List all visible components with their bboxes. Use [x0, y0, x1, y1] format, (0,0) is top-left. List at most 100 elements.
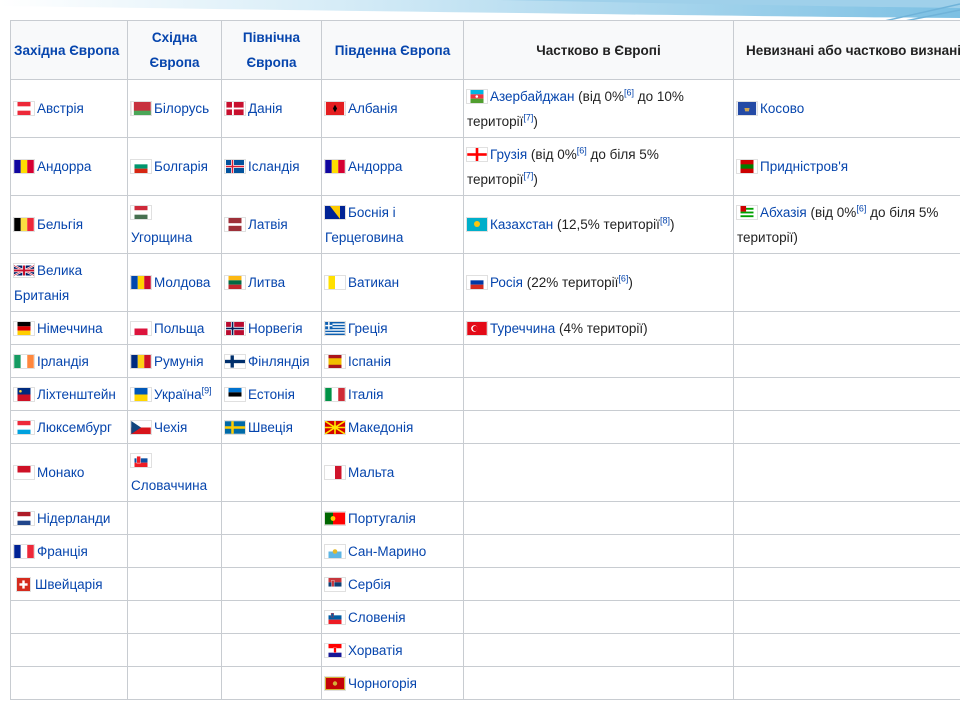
country-link[interactable]: Фінляндія	[248, 354, 310, 369]
country-link[interactable]: Ліхтенштейн	[37, 387, 116, 402]
unrecognized-cell: Абхазія (від 0%[6] до біля 5% території)	[733, 195, 960, 254]
country-link[interactable]: Угорщина	[131, 230, 192, 245]
country-cell: Велика Британія	[10, 253, 128, 312]
country-link[interactable]: Болгарія	[154, 159, 208, 174]
country-link[interactable]: Польща	[154, 321, 204, 336]
country-link[interactable]: Словаччина	[131, 478, 207, 493]
country-link[interactable]: Нідерланди	[37, 511, 110, 526]
country-link[interactable]: Франція	[37, 544, 88, 559]
country-link[interactable]: Росія	[490, 275, 523, 290]
country-link[interactable]: Румунія	[154, 354, 204, 369]
romania-flag-icon	[131, 354, 151, 368]
country-link[interactable]: Монако	[37, 465, 84, 480]
country-link[interactable]: Ісландія	[248, 159, 300, 174]
country-link[interactable]: Ірландія	[37, 354, 89, 369]
header-eastern-europe[interactable]: Східна Європа	[127, 20, 222, 80]
country-link[interactable]: Чехія	[154, 420, 187, 435]
partial-country-cell: Туреччина (4% території)	[463, 311, 734, 345]
header-western-europe[interactable]: Західна Європа	[10, 20, 128, 80]
slovakia-flag-icon	[131, 453, 151, 467]
country-link[interactable]: Швеція	[248, 420, 293, 435]
country-link[interactable]: Грузія	[490, 147, 527, 162]
table-row: Ірландія Румунія Фінляндія Іспанія	[10, 344, 960, 378]
country-link[interactable]: Білорусь	[154, 101, 209, 116]
table-row: Німеччина Польща Норвегія Греція Туреччи…	[10, 311, 960, 345]
reference-link[interactable]: [8]	[660, 216, 670, 226]
country-link[interactable]: Косово	[760, 101, 804, 116]
reference-link[interactable]: [7]	[523, 112, 533, 122]
malta-flag-icon	[325, 466, 345, 479]
country-cell: Сан-Марино	[321, 534, 464, 568]
czechia-flag-icon	[131, 420, 151, 434]
denmark-flag-icon	[225, 102, 245, 115]
header-northern-europe[interactable]: Північна Європа	[221, 20, 322, 80]
table-row: Швейцарія Сербія	[10, 567, 960, 601]
country-link[interactable]: Норвегія	[248, 321, 303, 336]
country-link[interactable]: Естонія	[248, 387, 295, 402]
country-link[interactable]: Греція	[348, 321, 388, 336]
monaco-flag-icon	[14, 466, 34, 479]
reference-link[interactable]: [6]	[577, 145, 587, 155]
country-link[interactable]: Литва	[248, 275, 285, 290]
country-cell: Австрія	[10, 79, 128, 138]
country-cell: Чорногорія	[321, 666, 464, 700]
country-link[interactable]: Латвія	[248, 217, 288, 232]
country-link[interactable]: Азербайджан	[490, 89, 574, 104]
country-cell: Хорватія	[321, 633, 464, 667]
country-link[interactable]: Казахстан	[490, 217, 553, 232]
finland-flag-icon	[225, 354, 245, 368]
country-link[interactable]: Македонія	[348, 420, 413, 435]
reference-link[interactable]: [6]	[624, 87, 634, 97]
country-link[interactable]: Мальта	[348, 465, 394, 480]
reference-link[interactable]: [7]	[523, 170, 533, 180]
country-cell: Ісландія	[221, 137, 322, 196]
country-link[interactable]: Австрія	[37, 101, 84, 116]
country-link[interactable]: Ватикан	[348, 275, 399, 290]
header-southern-europe[interactable]: Південна Європа	[321, 20, 464, 80]
country-link[interactable]: Андорра	[348, 159, 402, 174]
country-cell: Албанія	[321, 79, 464, 138]
table-row: Люксембург Чехія Швеція Македонія	[10, 410, 960, 444]
country-link[interactable]: Сан-Марино	[348, 544, 426, 559]
country-link[interactable]: Албанія	[348, 101, 398, 116]
empty-cell	[221, 666, 322, 700]
empty-cell	[733, 410, 960, 444]
azerbaijan-flag-icon	[467, 89, 487, 103]
country-link[interactable]: Німеччина	[37, 321, 103, 336]
country-cell: Норвегія	[221, 311, 322, 345]
georgia-flag-icon	[467, 147, 487, 161]
table-row: Хорватія	[10, 633, 960, 667]
header-unrecognized: Невизнані або частково визнані	[733, 20, 960, 80]
country-link[interactable]: Туреччина	[490, 321, 555, 336]
country-link[interactable]: Іспанія	[348, 354, 391, 369]
country-link[interactable]: Італія	[348, 387, 383, 402]
table-row: Велика Британія Молдова Литва Ватикан Ро…	[10, 253, 960, 312]
partial-note: )	[628, 275, 633, 290]
country-link[interactable]: Абхазія	[760, 205, 807, 220]
empty-cell	[221, 443, 322, 502]
country-link[interactable]: Україна	[154, 387, 202, 402]
country-link[interactable]: Чорногорія	[348, 676, 417, 691]
country-cell: Франція	[10, 534, 128, 568]
country-link[interactable]: Португалія	[348, 511, 416, 526]
country-link[interactable]: Молдова	[154, 275, 210, 290]
country-link[interactable]: Хорватія	[348, 643, 403, 658]
country-link[interactable]: Андорра	[37, 159, 91, 174]
country-link[interactable]: Словенія	[348, 610, 406, 625]
country-link[interactable]: Швейцарія	[35, 577, 103, 592]
country-link[interactable]: Сербія	[348, 577, 391, 592]
reference-link[interactable]: [9]	[202, 385, 212, 395]
country-link[interactable]: Бельгія	[37, 217, 83, 232]
empty-cell	[127, 666, 222, 700]
country-cell: Нідерланди	[10, 501, 128, 535]
country-link[interactable]: Данія	[248, 101, 282, 116]
germany-flag-icon	[14, 321, 34, 335]
reference-link[interactable]: [6]	[856, 203, 866, 213]
country-link[interactable]: Люксембург	[37, 420, 112, 435]
table-row: Австрія Білорусь Данія Албанія Азербайдж…	[10, 79, 960, 138]
country-link[interactable]: Придністров'я	[760, 159, 848, 174]
turkey-flag-icon	[467, 321, 487, 335]
reference-link[interactable]: [6]	[618, 274, 628, 284]
country-cell: Португалія	[321, 501, 464, 535]
empty-cell	[733, 501, 960, 535]
